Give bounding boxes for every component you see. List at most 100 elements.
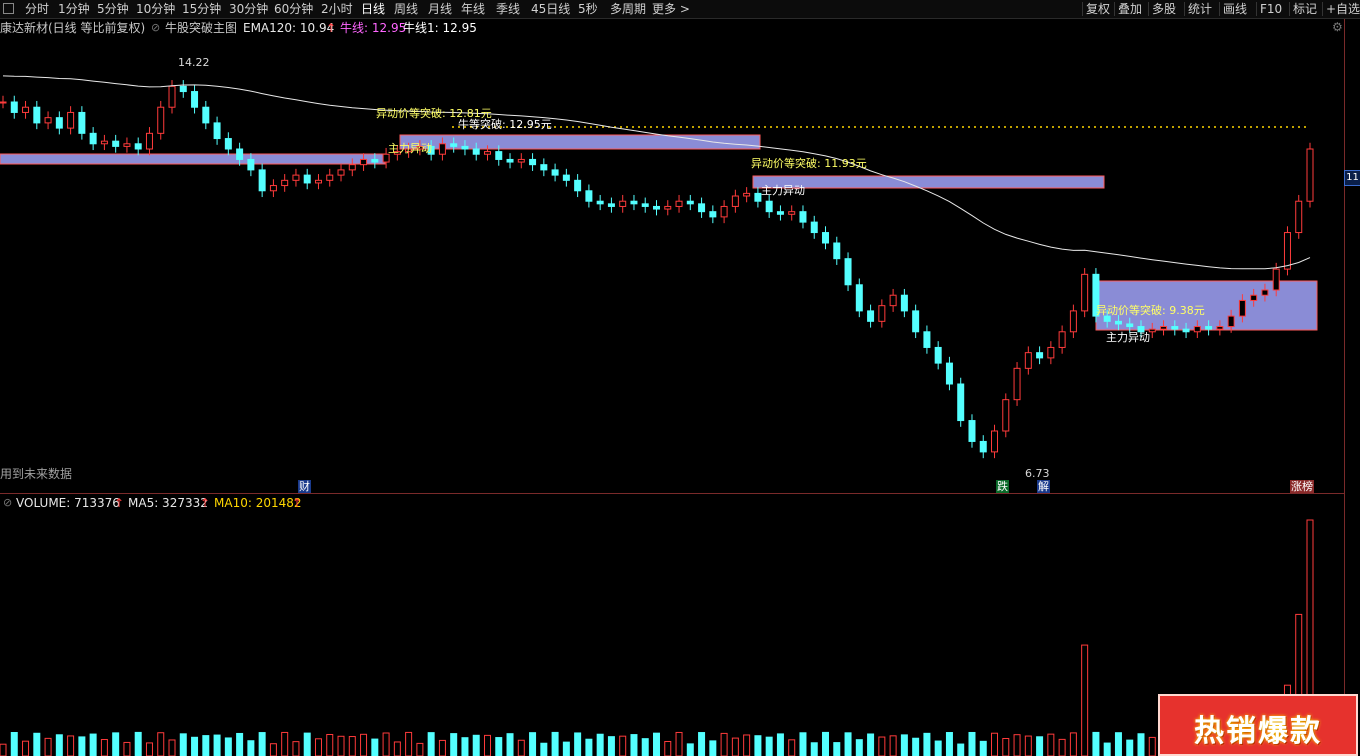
promo-sticker[interactable]: 热销爆款	[1158, 694, 1358, 756]
candle-body	[360, 158, 368, 166]
volume-bar	[67, 735, 75, 756]
candle-body	[900, 294, 908, 312]
volume-bar	[348, 736, 356, 756]
volume-bar	[1148, 736, 1156, 756]
candle-body	[607, 203, 615, 207]
volume-bar	[1092, 731, 1100, 756]
volume-bar	[393, 741, 401, 756]
volume-bar	[461, 737, 469, 756]
volume-bar	[765, 736, 773, 756]
volume-bar	[562, 741, 570, 756]
volume-bar	[641, 738, 649, 756]
volume-bar	[236, 732, 244, 756]
promo-text: 热销爆款	[1194, 714, 1322, 749]
candlestick-chart	[0, 75, 1318, 756]
candle-body	[641, 203, 649, 207]
flag-die[interactable]: 跌	[996, 480, 1009, 493]
candle-body	[1081, 273, 1089, 312]
candle-body	[934, 346, 942, 364]
candle-body	[55, 117, 63, 129]
volume-bar	[55, 734, 63, 756]
candle-body	[810, 221, 818, 234]
candle-body	[213, 122, 221, 140]
candle-body	[461, 145, 469, 150]
volume-bar	[10, 731, 18, 756]
ma10-label: MA10: 201482	[214, 496, 302, 510]
volume-bar	[224, 737, 232, 756]
candle-body	[123, 143, 131, 147]
volume-bar	[788, 739, 796, 756]
volume-bar	[22, 740, 30, 756]
volume-bar	[754, 735, 762, 756]
volume-bar	[720, 732, 728, 756]
candle-body	[1058, 331, 1066, 348]
candle-body	[44, 117, 52, 124]
candle-body	[1126, 323, 1134, 328]
volume-bar	[957, 743, 965, 756]
volume-bar	[867, 733, 875, 756]
high-price-label: 14.22	[178, 56, 210, 69]
volume-up-icon: ↑	[114, 496, 125, 510]
volume-bar	[1081, 644, 1089, 756]
candle-body	[371, 158, 379, 163]
candle-body	[10, 101, 18, 113]
candle-body	[991, 430, 999, 453]
volume-bar	[619, 735, 627, 756]
candle-body	[1002, 399, 1010, 432]
volume-bar	[889, 735, 897, 756]
candle-body	[100, 140, 108, 145]
candle-body	[134, 143, 142, 150]
candle-body	[979, 440, 987, 453]
candle-body	[236, 148, 244, 160]
flag-zhangbang[interactable]: 涨榜	[1290, 480, 1314, 493]
volume-bar	[810, 742, 818, 756]
volume-bar	[731, 737, 739, 756]
volume-bar	[145, 742, 153, 756]
volume-toggle-icon[interactable]: ⊘	[3, 497, 12, 508]
candle-body	[1069, 310, 1077, 333]
volume-bar	[1114, 732, 1122, 756]
volume-bar	[822, 731, 830, 756]
volume-bar	[483, 734, 491, 756]
candle-body	[1036, 352, 1044, 359]
candle-body	[776, 211, 784, 215]
volume-bar	[776, 733, 784, 756]
candle-body	[348, 164, 356, 171]
candle-body	[495, 151, 503, 160]
candle-body	[529, 158, 537, 166]
volume-bar	[303, 732, 311, 756]
volume-bar	[945, 732, 953, 756]
breakout-label-4: 异动价等突破: 9.38元	[1096, 304, 1205, 317]
volume-bar	[202, 735, 210, 756]
main-force-label-1: 主力异动	[388, 142, 432, 155]
candle-body	[1114, 320, 1122, 325]
candle-body	[912, 310, 920, 333]
volume-bar	[844, 732, 852, 756]
volume-bar	[596, 733, 604, 756]
volume-bar	[1137, 733, 1145, 756]
flag-jie[interactable]: 解	[1037, 480, 1050, 493]
flag-cai[interactable]: 财	[298, 480, 311, 493]
candle-body	[67, 111, 75, 129]
candle-body	[78, 111, 86, 134]
volume-bar	[799, 732, 807, 756]
candle-body	[269, 185, 277, 192]
candle-body	[0, 101, 7, 104]
candle-body	[191, 91, 199, 108]
volume-bar	[574, 732, 582, 756]
candle-body	[878, 305, 886, 322]
volume-bar	[292, 741, 300, 756]
volume-bar	[495, 737, 503, 756]
candle-body	[1238, 299, 1246, 317]
candle-body	[314, 179, 322, 184]
volume-bar	[427, 732, 435, 756]
volume-bar	[833, 742, 841, 756]
candle-body	[788, 211, 796, 215]
volume-bar	[709, 740, 717, 756]
candle-body	[145, 132, 153, 150]
candle-body	[1013, 367, 1021, 401]
candle-body	[33, 106, 41, 124]
volume-bar	[1013, 734, 1021, 756]
candle-body	[1205, 326, 1213, 330]
volume-bar	[281, 731, 289, 756]
